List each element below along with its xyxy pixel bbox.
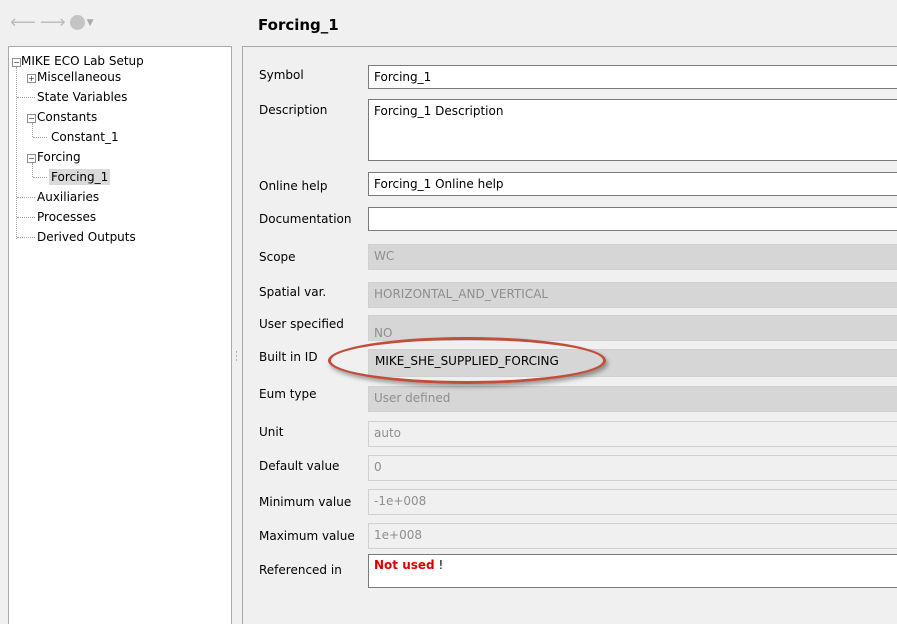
- referenced-in-label: Referenced in: [259, 563, 342, 577]
- online-help-label: Online help: [259, 179, 328, 193]
- collapse-icon[interactable]: −: [27, 154, 36, 163]
- collapse-icon[interactable]: −: [27, 114, 36, 123]
- chevron-down-icon[interactable]: ▼: [87, 18, 94, 28]
- description-label: Description: [259, 103, 328, 117]
- tree-item-state-variables[interactable]: State Variables: [37, 89, 127, 105]
- tree-line: [16, 67, 17, 239]
- eum-type-field: User defined: [368, 386, 897, 412]
- top-bar: ⟵ ⟶ ▼ Forcing_1: [0, 0, 897, 46]
- tree-item-processes[interactable]: Processes: [37, 209, 96, 225]
- tree-line: [17, 97, 35, 98]
- tree-item-forcing-1[interactable]: Forcing_1: [49, 169, 111, 185]
- tree-item-forcing[interactable]: Forcing: [37, 149, 81, 165]
- maximum-value-label: Maximum value: [259, 529, 355, 543]
- default-value-label: Default value: [259, 459, 340, 473]
- minimum-value-field: -1e+008: [368, 489, 897, 515]
- tree-item-constants[interactable]: Constants: [37, 109, 97, 125]
- spatial-var-label: Spatial var.: [259, 285, 327, 299]
- grip-icon: · · ·: [235, 348, 238, 366]
- tree-line: [17, 217, 35, 218]
- documentation-input[interactable]: [368, 207, 897, 231]
- online-help-input[interactable]: Forcing_1 Online help: [368, 172, 897, 196]
- symbol-input[interactable]: Forcing_1: [368, 65, 897, 89]
- maximum-value-field: 1e+008: [368, 523, 897, 549]
- documentation-label: Documentation: [259, 212, 352, 226]
- tree-line: [32, 123, 33, 137]
- splitter-handle[interactable]: · · ·: [234, 46, 242, 624]
- eum-type-label: Eum type: [259, 387, 317, 401]
- tree-line: [17, 237, 35, 238]
- description-textarea[interactable]: Forcing_1 Description: [368, 99, 897, 161]
- not-used-text: Not used: [374, 558, 435, 572]
- tree-item-miscellaneous[interactable]: Miscellaneous: [37, 69, 121, 85]
- built-in-id-label: Built in ID: [259, 350, 318, 364]
- page-title: Forcing_1: [258, 16, 339, 34]
- scope-field: WC: [368, 244, 897, 270]
- tree-line: [33, 137, 47, 138]
- tree-item-constant-1[interactable]: Constant_1: [51, 129, 119, 145]
- expand-icon[interactable]: +: [27, 74, 36, 83]
- setup-tree: − MIKE ECO Lab Setup + Miscellaneous Sta…: [8, 46, 232, 624]
- history-icon[interactable]: [69, 15, 85, 30]
- collapse-icon[interactable]: −: [12, 58, 21, 67]
- properties-panel: Symbol Forcing_1 Description Forcing_1 D…: [242, 46, 897, 624]
- not-used-suffix: !: [434, 558, 444, 572]
- tree-line: [17, 197, 35, 198]
- forward-arrow-icon[interactable]: ⟶: [40, 12, 66, 33]
- tree-root[interactable]: MIKE ECO Lab Setup: [21, 53, 144, 69]
- user-specified-label: User specified: [259, 317, 344, 331]
- tree-line: [33, 177, 47, 178]
- back-arrow-icon[interactable]: ⟵: [10, 12, 36, 33]
- unit-field: auto: [368, 421, 897, 447]
- referenced-in-field: Not used !: [368, 554, 897, 588]
- nav-toolbar: ⟵ ⟶ ▼: [10, 12, 94, 33]
- symbol-label: Symbol: [259, 68, 304, 82]
- default-value-field: 0: [368, 455, 897, 481]
- unit-label: Unit: [259, 425, 284, 439]
- tree-line: [32, 163, 33, 177]
- tree-item-derived-outputs[interactable]: Derived Outputs: [37, 229, 136, 245]
- highlight-ellipse: [328, 337, 606, 384]
- tree-item-auxiliaries[interactable]: Auxiliaries: [37, 189, 99, 205]
- minimum-value-label: Minimum value: [259, 495, 352, 509]
- scope-label: Scope: [259, 250, 296, 264]
- spatial-var-field: HORIZONTAL_AND_VERTICAL: [368, 282, 897, 308]
